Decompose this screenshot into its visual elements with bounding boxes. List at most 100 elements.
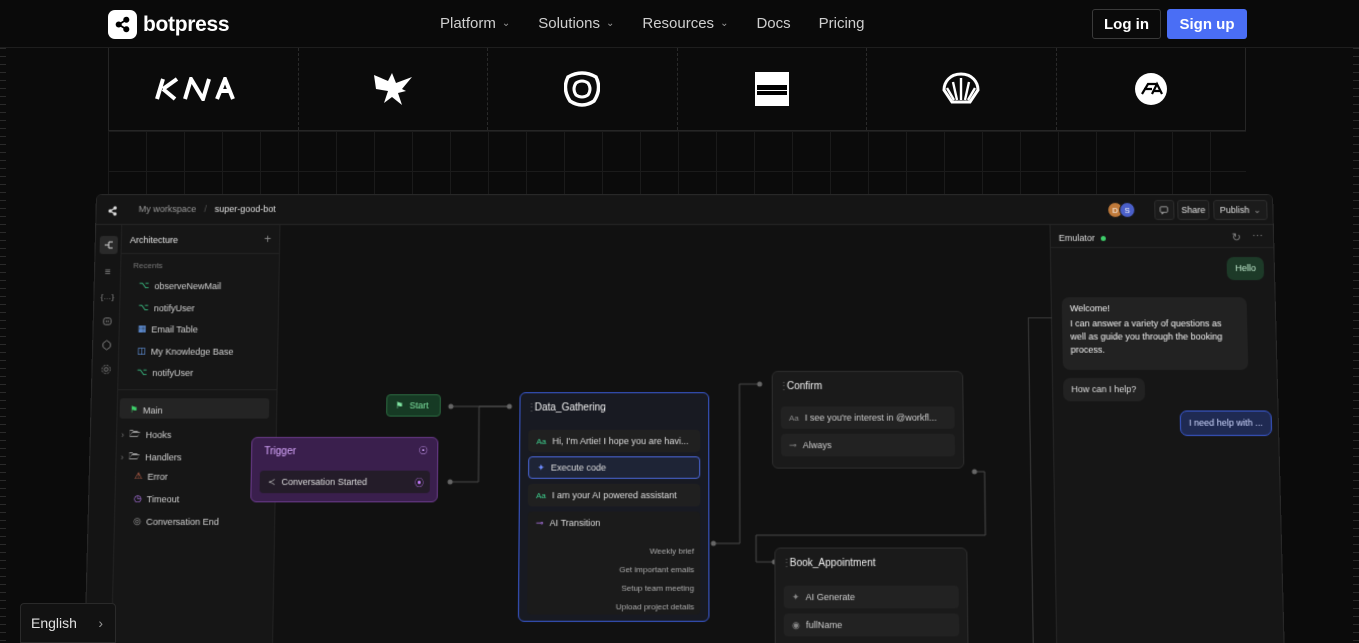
sidebar-item-label: notifyUser — [152, 367, 194, 378]
sidebar-item-hooks[interactable]: › 🗁 Hooks — [121, 427, 172, 443]
breadcrumb-workspace[interactable]: My workspace — [139, 204, 197, 214]
workflow-icon: ⌥ — [138, 302, 149, 313]
start-node[interactable]: ⚑ Start — [386, 394, 441, 417]
list-icon[interactable]: ≡ — [101, 265, 115, 279]
pin-icon: ◉ — [791, 619, 801, 630]
text-card[interactable]: Aa I am your AI powered assistant — [527, 483, 701, 507]
signup-button[interactable]: Sign up — [1167, 9, 1247, 39]
trigger-icon: ☉ — [418, 445, 429, 458]
refresh-icon[interactable]: ↻ — [1232, 231, 1242, 244]
nav-docs[interactable]: Docs — [756, 15, 790, 32]
node-title: Confirm — [786, 381, 823, 393]
workflow-icon: ⌥ — [138, 280, 150, 291]
flow-canvas[interactable]: ⚑ Start Trigger ☉ ≺ Conversation Started ⦿… — [250, 224, 1057, 643]
end-icon: ◎ — [133, 515, 142, 526]
shell-logo — [867, 48, 1057, 130]
publish-button[interactable]: Publish ⌄ — [1213, 199, 1268, 220]
fullname-card[interactable]: ◉ fullName — [783, 613, 960, 637]
share-icon: ≺ — [267, 476, 276, 487]
code-icon: ✦ — [537, 461, 545, 473]
botpress-logo[interactable]: botpress — [108, 10, 230, 39]
bot-message: Welcome! I can answer a variety of quest… — [1061, 297, 1249, 370]
nav-platform-label: Platform — [440, 15, 496, 32]
trigger-item[interactable]: ≺ Conversation Started ⦿ — [259, 470, 430, 494]
sidebar-item-knowledge-base[interactable]: ◫ My Knowledge Base — [137, 346, 233, 357]
bot-message-title: Welcome! — [1069, 303, 1111, 314]
nav-solutions-label: Solutions — [538, 15, 600, 32]
sidebar-item-label: Email Table — [151, 323, 199, 335]
sidebar-item-email-table[interactable]: ▦ Email Table — [138, 323, 198, 334]
breadcrumb-separator: / — [204, 203, 207, 214]
add-icon[interactable]: + — [264, 232, 271, 246]
nav-solutions[interactable]: Solutions ⌄ — [538, 15, 614, 32]
integrations-icon[interactable] — [99, 338, 113, 352]
sidebar-item-timeout[interactable]: ◷ Timeout — [134, 493, 180, 504]
text-card[interactable]: Aa I see you're interest in @workfl... — [780, 406, 955, 429]
sidebar-item-conversation-end[interactable]: ◎ Conversation End — [133, 516, 219, 527]
share-button[interactable]: Share — [1177, 199, 1210, 220]
bot-icon[interactable] — [100, 313, 114, 327]
text-icon: Aa — [536, 436, 547, 446]
nav-resources-label: Resources — [642, 15, 715, 32]
studio-topbar: My workspace / super-good-bot D S Share … — [96, 194, 1273, 225]
ai-generate-card[interactable]: ✦ AI Generate — [783, 585, 959, 609]
always-card[interactable]: ⊸ Always — [781, 433, 956, 457]
sidebar-item-error[interactable]: ⚠ Error — [134, 471, 168, 482]
transition-item[interactable]: Weekly brief — [616, 542, 695, 561]
card-label: Execute code — [550, 462, 607, 473]
sidebar-item-label: Error — [147, 471, 168, 482]
sidebar-item-notifyuser-2[interactable]: ⌥ notifyUser — [137, 367, 194, 378]
transition-item[interactable]: Upload project details — [616, 598, 694, 617]
avatar[interactable]: S — [1119, 201, 1136, 218]
clock-icon: ◷ — [133, 493, 142, 504]
breadcrumb-bot[interactable]: super-good-bot — [215, 204, 276, 214]
kia-logo — [109, 48, 299, 130]
top-nav: botpress Platform ⌄ Solutions ⌄ Resources ⌄… — [0, 0, 1359, 48]
execute-code-card[interactable]: ✦ Execute code — [528, 456, 701, 479]
sidebar-item-label: Hooks — [145, 429, 172, 441]
text-card[interactable]: Aa Hi, I'm Artie! I hope you are havi... — [528, 429, 701, 453]
sidebar-title: Architecture — [129, 234, 179, 245]
botpress-small-icon — [106, 204, 118, 222]
comments-icon[interactable] — [1154, 199, 1175, 220]
sparkle-icon: ✦ — [791, 591, 800, 602]
folder-icon: 🗁 — [128, 451, 141, 462]
data-gathering-node[interactable]: ⋮ Data_Gathering Aa Hi, I'm Artie! I hope… — [517, 392, 710, 622]
ai-transition-card[interactable]: ⊸ AI Transition Weekly brief Get importan… — [527, 511, 701, 617]
settings-icon[interactable] — [98, 362, 112, 376]
book-icon: ◫ — [137, 345, 146, 356]
sidebar-item-label: observeNewMail — [154, 280, 222, 291]
language-selector[interactable]: English › — [20, 603, 116, 643]
transition-item[interactable]: Setup team meeting — [616, 579, 694, 598]
flag-icon: ⚑ — [129, 404, 139, 415]
transition-item[interactable]: Get important emails — [616, 561, 694, 580]
swirl-logo — [488, 48, 678, 130]
warning-icon: ⚠ — [134, 470, 143, 481]
sidebar-item-observenewmail[interactable]: ⌥ observeNewMail — [139, 280, 221, 291]
text-icon: Aa — [536, 490, 547, 500]
architecture-sidebar: Architecture + Recents ⌥ observeNewMail ⌥… — [111, 224, 281, 643]
trigger-node[interactable]: Trigger ☉ ≺ Conversation Started ⦿ — [250, 436, 439, 503]
more-icon[interactable]: ⋯ — [1252, 230, 1263, 243]
nav-resources[interactable]: Resources ⌄ — [642, 15, 728, 32]
variables-icon[interactable]: {…} — [100, 289, 115, 303]
architecture-icon[interactable] — [99, 235, 118, 255]
login-button[interactable]: Log in — [1092, 9, 1161, 39]
user-message: I need help with ... — [1179, 410, 1273, 436]
confirm-node[interactable]: ⋮ Confirm Aa I see you're interest in @wo… — [771, 370, 965, 469]
sidebar-item-handlers[interactable]: › 🗁 Handlers — [120, 449, 181, 465]
ai-transition-header: ⊸ AI Transition — [536, 518, 601, 529]
book-appointment-node[interactable]: ⋮ Book_Appointment ✦ AI Generate ◉ fullNam… — [774, 547, 969, 643]
brand-name: botpress — [143, 12, 230, 36]
sidebar-divider — [118, 389, 277, 391]
card-label: I am your AI powered assistant — [552, 490, 677, 501]
sidebar-item-main-row[interactable]: ⚑ Main — [130, 404, 163, 415]
nav-pricing[interactable]: Pricing — [819, 15, 865, 32]
chevron-right-icon: › — [121, 429, 125, 441]
trigger-item-label: Conversation Started — [281, 476, 368, 487]
sidebar-item-notifyuser[interactable]: ⌥ notifyUser — [138, 302, 194, 313]
sidebar-item-label: My Knowledge Base — [150, 346, 234, 357]
nav-platform[interactable]: Platform ⌄ — [440, 15, 510, 32]
nav-links: Platform ⌄ Solutions ⌄ Resources ⌄ Docs Pri… — [440, 15, 893, 32]
card-label: I see you're interest in @workfl... — [804, 412, 937, 423]
